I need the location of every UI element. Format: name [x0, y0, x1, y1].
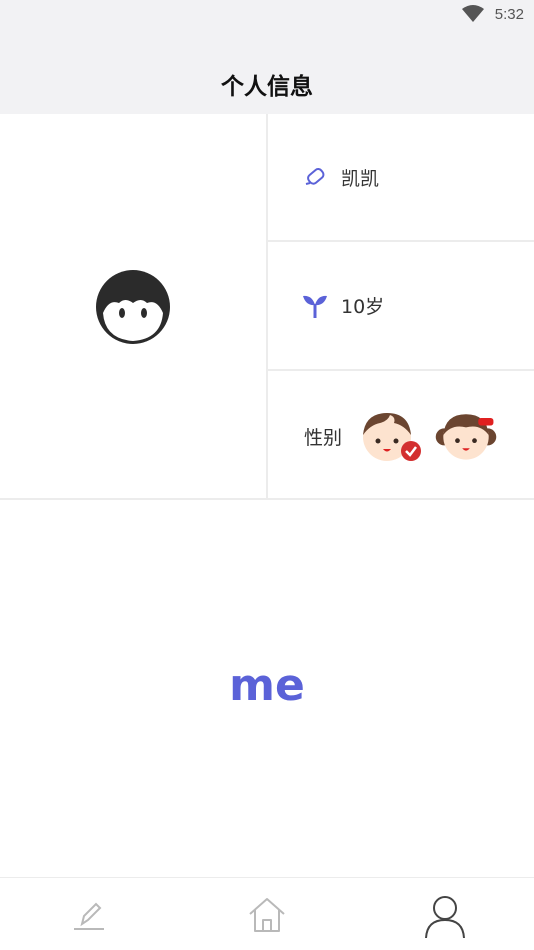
age-label: 10岁 — [341, 296, 385, 318]
boy-face-icon[interactable] — [356, 407, 426, 463]
status-bar: 5:32 — [0, 0, 534, 30]
bottom-tab-bar — [0, 877, 534, 950]
nickname-row[interactable]: 凯凯 — [268, 114, 534, 240]
gender-row: 性别 — [268, 371, 534, 498]
person-icon — [425, 896, 465, 939]
age-row[interactable]: 10岁 — [268, 242, 534, 368]
home-icon — [249, 898, 285, 932]
gender-label: 性别 — [304, 427, 343, 449]
cartoon-avatar-icon[interactable] — [95, 269, 171, 345]
sprout-icon — [303, 295, 327, 318]
tab-write[interactable] — [0, 878, 178, 950]
selected-check-icon — [401, 441, 421, 461]
wifi-icon — [462, 5, 484, 22]
avatar-cell[interactable] — [0, 114, 266, 498]
tab-home[interactable] — [178, 878, 356, 950]
page-title: 个人信息 — [221, 74, 313, 100]
page-header: 个人信息 — [0, 30, 534, 114]
page-placeholder-text: me — [229, 660, 305, 711]
edit-pencil-icon — [305, 168, 325, 185]
status-time: 5:32 — [494, 6, 524, 23]
content-area: me — [0, 500, 534, 877]
nickname-label: 凯凯 — [341, 168, 380, 190]
tab-me[interactable] — [356, 878, 534, 950]
pencil-icon — [74, 902, 104, 930]
girl-face-icon[interactable] — [431, 407, 501, 463]
